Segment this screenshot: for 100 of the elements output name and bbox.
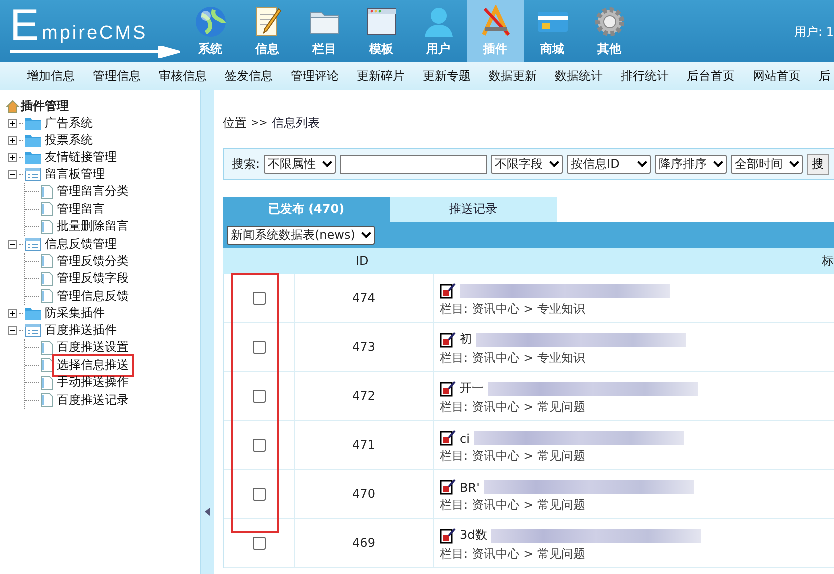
filter-select[interactable]: 不限字段 [491,154,564,174]
user-label: 用户: 1 [794,24,834,41]
folder-icon [25,307,41,320]
column-header: 标 [821,252,834,270]
tree-item[interactable]: 管理留言分类 [55,183,131,200]
edit-document-icon[interactable] [440,430,456,446]
tree-item[interactable]: 管理信息反馈 [55,288,131,305]
folder-icon [25,134,41,147]
tree-item[interactable]: 留言板管理 [43,166,107,183]
expand-toggle[interactable] [8,170,17,179]
settings-icon [592,4,626,38]
id-cell: 471 [352,438,376,452]
tab[interactable]: 推送记录 [390,197,557,222]
list-window-icon [25,168,41,181]
article-title-link[interactable]: BR' [460,480,480,494]
sidebar-title: 插件管理 [21,98,69,115]
expand-toggle[interactable] [8,309,17,318]
tree-item[interactable]: 信息反馈管理 [43,236,119,252]
tree-item[interactable]: 批量删除留言 [55,218,131,236]
table-select[interactable]: 新闻系统数据表(news) [227,226,376,244]
edit-document-icon[interactable] [440,478,456,494]
document-icon [41,393,53,408]
tree-item[interactable]: 友情链接管理 [43,149,119,166]
row-checkbox[interactable] [252,536,266,550]
menu-link[interactable]: 更新碎片 [350,68,416,84]
category-path: 栏目: 资讯中心 > 常见问题 [440,496,587,514]
row-checkbox[interactable] [252,340,266,354]
expand-toggle[interactable] [8,119,17,128]
tree-item[interactable]: 防采集插件 [43,305,107,322]
document-icon [41,358,53,372]
menu-link[interactable]: 数据更新 [482,68,548,84]
document-icon [41,220,53,234]
row-checkbox[interactable] [252,292,266,304]
menu-link[interactable]: 增加信息 [20,68,86,84]
nav-tab[interactable]: 系统 [182,0,239,62]
id-cell: 472 [352,389,376,403]
menu-link[interactable]: 审核信息 [152,68,218,84]
menu-link[interactable]: 后台首页 [680,68,746,84]
nav-tab[interactable]: 模板 [353,0,410,62]
article-title-link[interactable]: ci [460,432,470,446]
document-icon [41,376,53,390]
edit-document-icon[interactable] [440,282,456,298]
row-checkbox[interactable] [252,488,266,500]
tree-item[interactable]: 选择信息推送 [55,356,131,374]
article-title-link[interactable]: 开一 [460,380,484,396]
edit-document-icon[interactable] [440,380,456,396]
filter-select[interactable]: 全部时间 [731,154,804,174]
tree-item[interactable]: 广告系统 [43,115,95,132]
id-cell: 473 [352,340,376,354]
document-icon [41,272,53,286]
search-label: 搜索: [232,156,260,172]
tree-item[interactable]: 管理反馈字段 [55,270,131,288]
article-title-link[interactable]: 初 [460,330,472,348]
tree-item[interactable]: 管理反馈分类 [55,252,131,270]
menu-link[interactable]: 后 [812,68,834,84]
category-path: 栏目: 资讯中心 > 常见问题 [440,448,587,464]
collapse-arrow-icon[interactable] [205,508,210,516]
tree-item[interactable]: 百度推送记录 [55,392,131,409]
keyword-field[interactable] [340,154,488,174]
id-cell: 474 [352,291,376,305]
nav-tab[interactable]: 栏目 [296,0,353,62]
search-button[interactable]: 搜 [807,154,830,174]
menu-link[interactable]: 数据统计 [548,68,614,84]
tree-item[interactable]: 手动推送操作 [55,374,131,392]
menu-link[interactable]: 更新专题 [416,68,482,84]
tree-item[interactable]: 百度推送插件 [43,322,119,339]
folder-icon [25,151,41,164]
row-checkbox[interactable] [252,390,266,402]
row-checkbox[interactable] [252,438,266,452]
id-cell: 469 [352,536,376,550]
filter-select[interactable]: 按信息ID [567,154,652,174]
menu-link[interactable]: 管理信息 [86,68,152,84]
nav-tab[interactable]: 用户 [410,0,467,62]
globe-icon [194,4,228,38]
nav-tab[interactable]: 其他 [581,0,638,62]
expand-toggle[interactable] [8,326,17,335]
menu-link[interactable]: 管理评论 [284,68,350,84]
breadcrumb-separator: >> [251,118,268,128]
breadcrumb-link[interactable]: 信息列表 [272,114,320,132]
expand-toggle[interactable] [8,240,17,248]
menu-link[interactable]: 签发信息 [218,68,284,84]
nav-tab[interactable]: 信息 [239,0,296,62]
document-icon [41,202,53,216]
article-title-link[interactable]: 3d数 [460,526,488,544]
category-path: 栏目: 资讯中心 > 专业知识 [440,300,587,318]
expand-toggle[interactable] [8,136,17,145]
edit-document-icon[interactable] [440,332,456,348]
tree-item[interactable]: 管理留言 [55,200,107,218]
edit-document-icon[interactable] [440,528,456,544]
tree-item[interactable]: 投票系统 [43,132,95,149]
document-icon [41,184,53,199]
menu-link[interactable]: 网站首页 [746,68,812,84]
attribute-select[interactable]: 不限属性 [264,154,336,174]
nav-tab[interactable]: 商城 [524,0,581,62]
menu-link[interactable]: 排行统计 [614,68,680,84]
filter-select[interactable]: 降序排序 [655,154,728,174]
document-icon [41,289,53,304]
expand-toggle[interactable] [8,153,17,162]
folder-icon [25,117,41,130]
tree-item[interactable]: 百度推送设置 [55,339,131,356]
